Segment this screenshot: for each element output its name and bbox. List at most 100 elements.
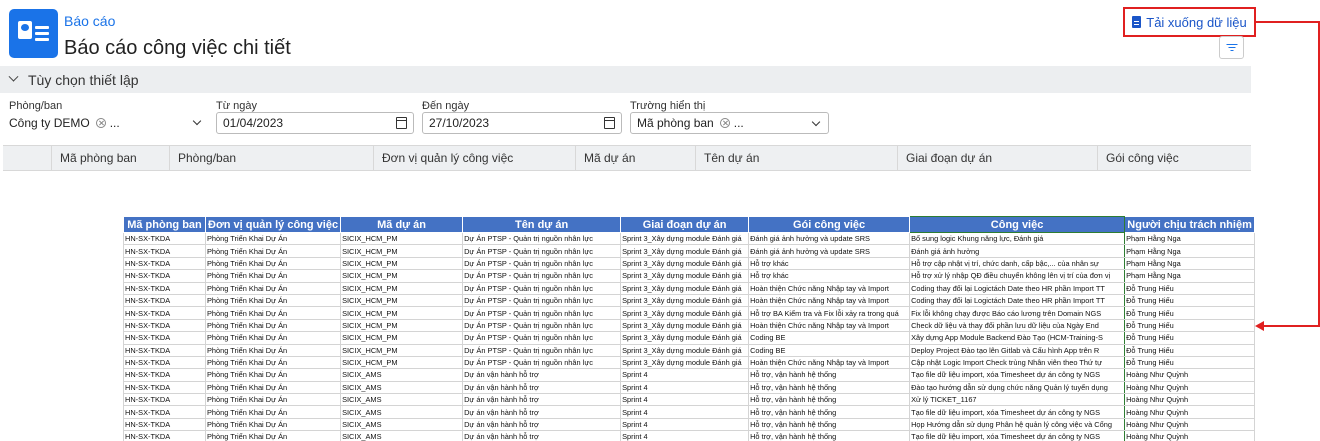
sheet-cell[interactable]: Hỗ trợ, vận hành hệ thống	[748, 430, 911, 441]
sheet-cell[interactable]: Đỗ Trung Hiếu	[1124, 355, 1256, 370]
sheet-cell[interactable]: SICIX_AMS	[340, 380, 464, 395]
sheet-cell[interactable]: HN-SX-TKDA	[123, 306, 206, 320]
sheet-cell[interactable]: Coding thay đổi lại Logictách Date theo …	[909, 281, 1126, 295]
sheet-col-header[interactable]: Người chịu trách nhiệm	[1124, 216, 1256, 233]
sheet-cell[interactable]: Đánh giá ảnh hưởng và update SRS	[748, 244, 911, 258]
sheet-cell[interactable]: Tạo file dữ liệu import, xóa Timesheet d…	[909, 368, 1126, 382]
sheet-cell[interactable]: Phòng Triển Khai Dự Án	[204, 380, 342, 395]
sheet-cell[interactable]: SICIX_HCM_PM	[340, 293, 464, 308]
sheet-cell[interactable]: Phòng Triển Khai Dự Án	[204, 269, 342, 283]
sheet-cell[interactable]: Fix lỗi không chạy được Báo cáo lương tr…	[909, 306, 1126, 320]
sheet-cell[interactable]: Phòng Triển Khai Dự Án	[204, 281, 342, 295]
sheet-col-header[interactable]: Đơn vị quản lý công việc	[204, 216, 342, 233]
sheet-cell[interactable]: HN-SX-TKDA	[123, 380, 206, 395]
grid-col-header[interactable]: Tên dự án	[695, 146, 897, 170]
sheet-cell[interactable]: Đỗ Trung Hiếu	[1124, 293, 1256, 308]
sheet-cell[interactable]: Phòng Triển Khai Dự Án	[204, 318, 342, 333]
sheet-cell[interactable]: HN-SX-TKDA	[123, 417, 206, 432]
sheet-cell[interactable]: Hoàn thiện Chức năng Nhập tay và Import	[748, 355, 911, 370]
sheet-cell[interactable]: HN-SX-TKDA	[123, 318, 206, 333]
sheet-cell[interactable]: SICIX_HCM_PM	[340, 244, 464, 258]
sheet-cell[interactable]: SICIX_HCM_PM	[340, 269, 464, 283]
sheet-cell[interactable]: SICIX_HCM_PM	[340, 318, 464, 333]
sheet-cell[interactable]: SICIX_HCM_PM	[340, 355, 464, 370]
sheet-cell[interactable]: Dự Án PTSP - Quản trị nguồn nhân lực	[462, 293, 622, 308]
sheet-cell[interactable]: SICIX_HCM_PM	[340, 306, 464, 320]
sheet-cell[interactable]: SICIX_AMS	[340, 368, 464, 382]
sheet-cell[interactable]: Dự Án PTSP - Quản trị nguồn nhân lực	[462, 306, 622, 320]
sheet-cell[interactable]: Dự Án PTSP - Quản trị nguồn nhân lực	[462, 231, 622, 246]
clear-icon[interactable]	[95, 118, 106, 128]
sheet-col-header[interactable]: Giai đoạn dự án	[620, 216, 750, 233]
sheet-cell[interactable]: HN-SX-TKDA	[123, 293, 206, 308]
sheet-cell[interactable]: HN-SX-TKDA	[123, 281, 206, 295]
sheet-cell[interactable]: Hoàng Như Quỳnh	[1124, 368, 1256, 382]
sheet-cell[interactable]: Phòng Triển Khai Dự Án	[204, 306, 342, 320]
sheet-cell[interactable]: Phòng Triển Khai Dự Án	[204, 405, 342, 419]
sheet-cell[interactable]: Phòng Triển Khai Dự Án	[204, 430, 342, 441]
to-date-input[interactable]: 27/10/2023	[422, 112, 622, 134]
sheet-col-header[interactable]: Gói công việc	[748, 216, 911, 233]
filter-button[interactable]	[1219, 36, 1244, 59]
sheet-cell[interactable]: Coding thay đổi lại Logictách Date theo …	[909, 293, 1126, 308]
sheet-cell[interactable]: SICIX_HCM_PM	[340, 231, 464, 246]
settings-options-toggle[interactable]: Tùy chọn thiết lập	[0, 66, 1251, 93]
sheet-cell[interactable]: Sprint 4	[620, 405, 750, 419]
sheet-cell[interactable]: Dự Án PTSP - Quản trị nguồn nhân lực	[462, 244, 622, 258]
from-date-input[interactable]: 01/04/2023	[216, 112, 414, 134]
grid-col-header[interactable]: Gói công việc	[1097, 146, 1251, 170]
sheet-cell[interactable]: Đánh giá ảnh hưởng và update SRS	[748, 231, 911, 246]
sheet-cell[interactable]: HN-SX-TKDA	[123, 269, 206, 283]
sheet-cell[interactable]: Sprint 3_Xây dựng module Đánh giá	[620, 306, 750, 320]
sheet-cell[interactable]: Phòng Triển Khai Dự Án	[204, 256, 342, 271]
sheet-cell[interactable]: Hỗ trợ, vận hành hệ thống	[748, 368, 911, 382]
calendar-icon[interactable]	[396, 117, 407, 129]
sheet-cell[interactable]: Phòng Triển Khai Dự Án	[204, 355, 342, 370]
sheet-cell[interactable]: Sprint 3_Xây dựng module Đánh giá	[620, 343, 750, 357]
sheet-cell[interactable]: Họp Hướng dẫn sử dụng Phân hệ quản lý cô…	[909, 417, 1126, 432]
sheet-cell[interactable]: Dự án vận hành hỗ trợ	[462, 417, 622, 432]
sheet-cell[interactable]: Tạo file dữ liệu import, xóa Timesheet d…	[909, 430, 1126, 441]
sheet-cell[interactable]: Tạo file dữ liệu import, xóa Timesheet d…	[909, 405, 1126, 419]
sheet-cell[interactable]: HN-SX-TKDA	[123, 393, 206, 407]
sheet-col-header[interactable]: Công việc	[909, 216, 1126, 233]
sheet-cell[interactable]: SICIX_AMS	[340, 393, 464, 407]
sheet-cell[interactable]: Dự Án PTSP - Quản trị nguồn nhân lực	[462, 318, 622, 333]
sheet-cell[interactable]: HN-SX-TKDA	[123, 430, 206, 441]
sheet-cell[interactable]: Sprint 4	[620, 380, 750, 395]
sheet-cell[interactable]: Sprint 3_Xây dựng module Đánh giá	[620, 331, 750, 345]
sheet-cell[interactable]: Sprint 3_Xây dựng module Đánh giá	[620, 318, 750, 333]
sheet-cell[interactable]: Phòng Triển Khai Dự Án	[204, 393, 342, 407]
grid-select-column[interactable]	[3, 146, 51, 170]
sheet-cell[interactable]: Sprint 4	[620, 430, 750, 441]
sheet-cell[interactable]: SICIX_HCM_PM	[340, 256, 464, 271]
calendar-icon[interactable]	[604, 117, 615, 129]
sheet-col-header[interactable]: Mã phòng ban	[123, 216, 206, 233]
sheet-cell[interactable]: SICIX_AMS	[340, 430, 464, 441]
breadcrumb[interactable]: Báo cáo	[64, 13, 115, 29]
sheet-cell[interactable]: Hoàn thiện Chức năng Nhập tay và Import	[748, 318, 911, 333]
sheet-cell[interactable]: Phạm Hằng Nga	[1124, 269, 1256, 283]
sheet-cell[interactable]: Phòng Triển Khai Dự Án	[204, 368, 342, 382]
sheet-cell[interactable]: HN-SX-TKDA	[123, 355, 206, 370]
sheet-cell[interactable]: Hỗ trợ BA Kiểm tra và Fix lỗi xảy ra tro…	[748, 306, 911, 320]
sheet-cell[interactable]: Đỗ Trung Hiếu	[1124, 331, 1256, 345]
department-select[interactable]: Công ty DEMO ...	[9, 112, 209, 134]
sheet-cell[interactable]: Hoàn thiện Chức năng Nhập tay và Import	[748, 281, 911, 295]
sheet-cell[interactable]: Dự án vận hành hỗ trợ	[462, 405, 622, 419]
sheet-cell[interactable]: Phạm Hằng Nga	[1124, 256, 1256, 271]
sheet-cell[interactable]: Hỗ trợ, vận hành hệ thống	[748, 405, 911, 419]
sheet-col-header[interactable]: Mã dự án	[340, 216, 464, 233]
sheet-cell[interactable]: Hoàng Như Quỳnh	[1124, 430, 1256, 441]
sheet-cell[interactable]: Hỗ trợ, vận hành hệ thống	[748, 380, 911, 395]
sheet-cell[interactable]: Sprint 3_Xây dựng module Đánh giá	[620, 244, 750, 258]
sheet-cell[interactable]: HN-SX-TKDA	[123, 256, 206, 271]
sheet-cell[interactable]: Coding BE	[748, 331, 911, 345]
sheet-cell[interactable]: Đỗ Trung Hiếu	[1124, 306, 1256, 320]
sheet-cell[interactable]: Sprint 3_Xây dựng module Đánh giá	[620, 281, 750, 295]
sheet-cell[interactable]: HN-SX-TKDA	[123, 343, 206, 357]
sheet-cell[interactable]: Hỗ trợ, vận hành hệ thống	[748, 417, 911, 432]
sheet-cell[interactable]: Sprint 3_Xây dựng module Đánh giá	[620, 256, 750, 271]
sheet-cell[interactable]: Hỗ trợ khác	[748, 269, 911, 283]
sheet-cell[interactable]: Hỗ trợ xử lý nhập QĐ điều chuyển không l…	[909, 269, 1126, 283]
